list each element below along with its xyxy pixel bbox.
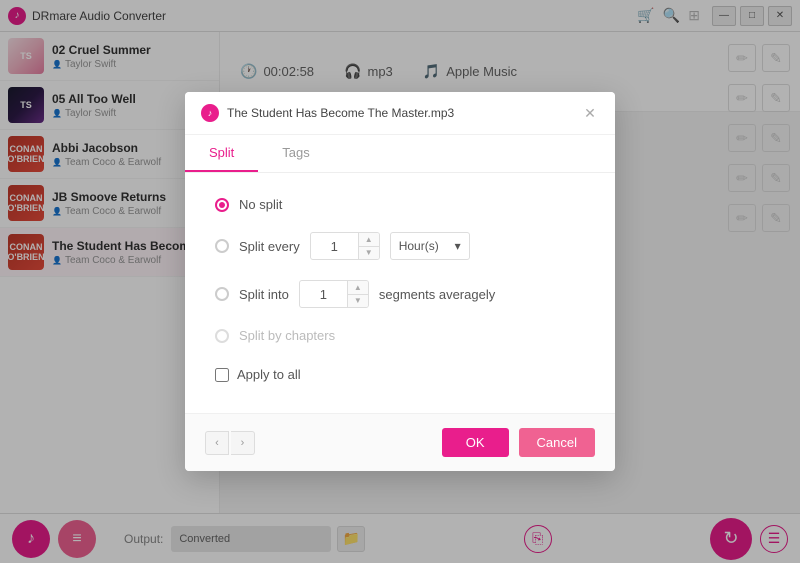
nav-next-button[interactable]: › — [231, 431, 255, 455]
modal-action-buttons: OK Cancel — [442, 428, 595, 457]
split-into-input[interactable]: 1 ▲ ▼ — [299, 280, 369, 308]
modal-footer: ‹ › OK Cancel — [185, 413, 615, 471]
split-into-label: Split into — [239, 287, 289, 302]
split-every-radio[interactable] — [215, 239, 229, 253]
split-into-option[interactable]: Split into 1 ▲ ▼ segments averagely — [215, 280, 585, 308]
split-into-down[interactable]: ▼ — [348, 295, 368, 308]
segments-label: segments averagely — [379, 287, 495, 302]
unit-chevron: ▾ — [455, 239, 461, 253]
split-every-arrows: ▲ ▼ — [359, 233, 379, 259]
split-into-arrows: ▲ ▼ — [348, 281, 368, 307]
nav-buttons: ‹ › — [205, 431, 255, 455]
modal-title: The Student Has Become The Master.mp3 — [227, 106, 581, 120]
cancel-button[interactable]: Cancel — [519, 428, 595, 457]
nav-prev-button[interactable]: ‹ — [205, 431, 229, 455]
modal-header: ♪ The Student Has Become The Master.mp3 … — [185, 92, 615, 135]
tab-split[interactable]: Split — [185, 135, 258, 172]
split-every-label: Split every — [239, 239, 300, 254]
split-into-radio[interactable] — [215, 287, 229, 301]
split-by-chapters-radio — [215, 329, 229, 343]
split-by-chapters-label: Split by chapters — [239, 328, 335, 343]
split-into-up[interactable]: ▲ — [348, 281, 368, 295]
split-every-option[interactable]: Split every 1 ▲ ▼ Hour(s) ▾ — [215, 232, 585, 260]
unit-value: Hour(s) — [399, 239, 439, 253]
split-into-value: 1 — [300, 281, 348, 307]
modal-overlay: ♪ The Student Has Become The Master.mp3 … — [0, 0, 800, 563]
unit-select[interactable]: Hour(s) ▾ — [390, 232, 470, 260]
no-split-radio[interactable] — [215, 198, 229, 212]
split-every-value: 1 — [311, 233, 359, 259]
no-split-option[interactable]: No split — [215, 197, 585, 212]
modal-tabs: Split Tags — [185, 135, 615, 173]
modal-app-icon: ♪ — [201, 104, 219, 122]
apply-to-all-checkbox[interactable] — [215, 368, 229, 382]
ok-button[interactable]: OK — [442, 428, 509, 457]
apply-to-all-label: Apply to all — [237, 367, 301, 382]
modal-close-button[interactable]: ✕ — [581, 104, 599, 122]
modal-content: No split Split every 1 ▲ ▼ Hour(s) — [185, 173, 615, 413]
split-by-chapters-option: Split by chapters — [215, 328, 585, 343]
tab-tags[interactable]: Tags — [258, 135, 333, 172]
apply-to-all-row[interactable]: Apply to all — [215, 367, 585, 382]
split-modal: ♪ The Student Has Become The Master.mp3 … — [185, 92, 615, 471]
no-split-label: No split — [239, 197, 282, 212]
split-every-up[interactable]: ▲ — [359, 233, 379, 247]
split-every-input[interactable]: 1 ▲ ▼ — [310, 232, 380, 260]
split-every-down[interactable]: ▼ — [359, 247, 379, 260]
split-options: No split Split every 1 ▲ ▼ Hour(s) — [215, 197, 585, 343]
